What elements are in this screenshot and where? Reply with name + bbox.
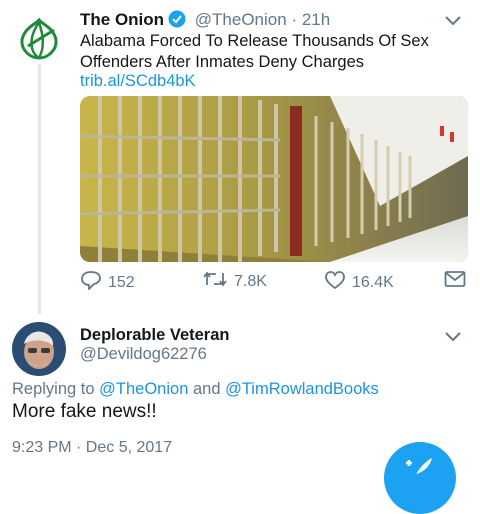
tweet-actions: 152 7.8K 16.4K bbox=[80, 270, 470, 294]
avatar[interactable] bbox=[12, 322, 66, 376]
tweet-link[interactable]: trib.al/SCdb4bK bbox=[80, 72, 196, 91]
compose-tweet-button[interactable] bbox=[384, 442, 456, 514]
chevron-down-icon[interactable] bbox=[444, 14, 462, 32]
tweet-text: Alabama Forced To Release Thousands Of S… bbox=[80, 32, 429, 71]
message-icon bbox=[444, 270, 466, 293]
reply-author-handle[interactable]: @Devildog62276 bbox=[80, 345, 207, 364]
chevron-down-icon[interactable] bbox=[444, 330, 462, 348]
reply-count: 152 bbox=[108, 273, 135, 291]
tweet-time[interactable]: 21h bbox=[302, 10, 330, 29]
like-count: 16.4K bbox=[352, 273, 394, 291]
image-prison-cells[interactable] bbox=[80, 96, 468, 262]
onion-logo-icon[interactable] bbox=[16, 16, 62, 62]
mention-link[interactable]: @TheOnion bbox=[99, 380, 188, 398]
reply-icon bbox=[80, 270, 102, 295]
retweet-icon bbox=[202, 270, 228, 293]
reply-timestamp[interactable]: 9:23 PM · Dec 5, 2017 bbox=[12, 439, 172, 457]
conjunction: and bbox=[192, 380, 221, 398]
retweet-count: 7.8K bbox=[234, 272, 267, 290]
reply-author-name[interactable]: Deplorable Veteran bbox=[80, 326, 229, 345]
like-button[interactable]: 16.4K bbox=[324, 270, 394, 295]
message-button[interactable] bbox=[444, 270, 466, 293]
like-icon bbox=[324, 270, 346, 295]
replying-to-line: Replying to @TheOnion and @TimRowlandBoo… bbox=[12, 380, 379, 399]
retweet-button[interactable]: 7.8K bbox=[202, 270, 267, 293]
compose-tweet-icon bbox=[404, 456, 434, 485]
thread-connector-line bbox=[38, 64, 41, 314]
tweet-author-handle[interactable]: @TheOnion bbox=[195, 10, 287, 29]
reply-button[interactable]: 152 bbox=[80, 270, 135, 295]
verified-icon bbox=[168, 10, 186, 33]
tweet-header: The Onion @TheOnion · 21h bbox=[80, 10, 330, 33]
tweet-author-name[interactable]: The Onion bbox=[80, 10, 164, 29]
mention-link[interactable]: @TimRowlandBooks bbox=[225, 380, 379, 398]
replying-prefix: Replying to bbox=[12, 380, 95, 398]
reply-text: More fake news!! bbox=[12, 401, 157, 422]
separator-dot: · bbox=[291, 10, 298, 29]
